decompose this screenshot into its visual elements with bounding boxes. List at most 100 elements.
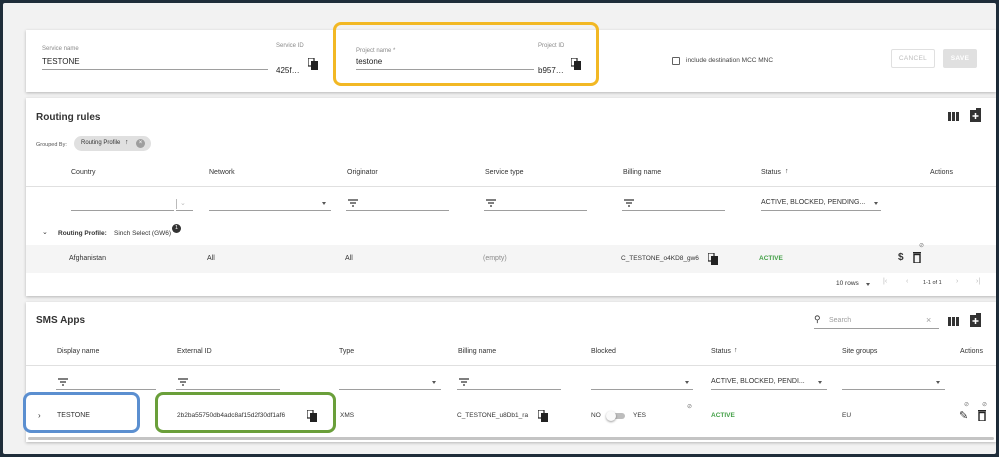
service-type-filter[interactable] [484,210,587,211]
cancel-button[interactable]: CANCEL [891,49,935,68]
delete-rule-icon[interactable] [913,252,921,263]
edit-link-icon[interactable]: ⊘ [964,401,969,408]
row-originator: All [345,255,353,262]
country-filter-underline-2 [176,210,193,211]
group-expand-chevron-icon[interactable]: ⌄ [42,228,48,236]
routing-profile-chip[interactable]: Routing Profile ↑ × [74,136,151,151]
col-sms-status[interactable]: Status [711,348,731,355]
status-filter-caret-icon[interactable] [874,202,878,205]
sms-status-sort-icon[interactable]: ↑ [734,347,738,354]
row-type: XMS [340,412,355,419]
blocked-filter[interactable] [591,389,693,390]
link-icon[interactable]: ⊘ [919,242,924,249]
horizontal-scrollbar[interactable] [28,437,994,440]
grouped-by-label: Grouped By: [36,142,67,148]
col-sms-actions: Actions [960,348,983,355]
save-button[interactable]: SAVE [943,49,977,68]
sms-apps-title: SMS Apps [36,315,86,326]
routing-table-row[interactable]: Afghanistan All All (empty) C_TESTONE_o4… [26,242,996,273]
row-sms-billing-name: C_TESTONE_u8Db1_ra [457,412,529,419]
rows-per-page-select[interactable]: 10 rows [836,280,859,287]
site-groups-filter-caret-icon[interactable] [936,381,940,384]
edit-app-icon[interactable]: ✎ [959,409,968,422]
routing-rules-card: Routing rules Grouped By: Routing Profil… [26,98,996,296]
sms-billing-filter-icon[interactable] [459,378,469,386]
chip-label: Routing Profile [81,140,121,146]
display-name-filter[interactable] [56,389,156,390]
col-external-id[interactable]: External ID [177,348,212,355]
delete-link-icon[interactable]: ⊘ [982,401,987,408]
col-country[interactable]: Country [71,169,96,176]
external-id-filter-icon[interactable] [178,378,188,386]
first-page-icon[interactable]: |‹ [883,278,887,285]
group-label-value: Sinch Select (GW6) [114,230,172,237]
col-sms-billing-name[interactable]: Billing name [458,348,496,355]
originator-filter[interactable] [346,210,449,211]
col-site-groups[interactable]: Site groups [842,348,877,355]
include-mcc-checkbox[interactable] [672,57,680,65]
external-id-filter[interactable] [176,389,280,390]
rows-per-page-caret-icon[interactable] [866,283,870,286]
add-app-icon[interactable] [970,313,981,327]
service-id-value: 425f… [276,66,300,75]
copy-billing-icon[interactable] [708,253,718,265]
status-sort-icon[interactable]: ↑ [785,168,789,175]
last-page-icon[interactable]: ›| [976,278,980,285]
row-billing-name: C_TESTONE_o4KD8_gw6 [621,255,699,262]
type-filter[interactable] [339,389,441,390]
col-blocked[interactable]: Blocked [591,348,616,355]
col-network[interactable]: Network [209,169,235,176]
type-filter-caret-icon[interactable] [432,381,436,384]
search-input[interactable]: Search [829,317,851,324]
sms-billing-filter[interactable] [457,389,561,390]
col-service-type[interactable]: Service type [485,169,524,176]
pagination-info: 1-1 of 1 [923,280,942,286]
display-name-highlight [23,392,140,433]
blocked-toggle[interactable] [606,411,625,421]
row-site-group: EU [842,412,852,419]
sort-up-icon: ↑ [125,139,129,146]
columns-icon[interactable] [948,112,959,121]
billing-filter[interactable] [622,210,725,211]
include-mcc-label: include destination MCC MNC [686,57,774,64]
service-name-value[interactable]: TESTONE [42,57,80,66]
sms-status-filter-caret-icon[interactable] [818,381,822,384]
originator-filter-icon[interactable] [348,199,358,207]
service-id-label: Service ID [276,43,304,49]
row-service-type: (empty) [483,255,507,262]
billing-filter-icon[interactable] [624,199,634,207]
country-filter[interactable] [71,210,174,211]
country-filter-chevron-icon[interactable]: ⌄ [180,199,186,207]
pricing-dollar-icon[interactable]: $ [898,252,904,263]
col-display-name[interactable]: Display name [57,348,99,355]
status-filter-select[interactable]: ACTIVE, BLOCKED, PENDING... [761,199,865,206]
row-status: ACTIVE [759,255,783,262]
search-clear-icon[interactable]: × [926,315,931,325]
sms-status-filter-select[interactable]: ACTIVE, BLOCKED, PENDI... [711,378,805,385]
blocked-filter-caret-icon[interactable] [685,381,689,384]
next-page-icon[interactable]: › [956,278,958,285]
col-status[interactable]: Status [761,169,781,176]
blocked-no-label: NO [591,412,601,419]
copy-sms-billing-icon[interactable] [538,410,548,422]
service-type-filter-icon[interactable] [486,199,496,207]
chip-close-icon[interactable]: × [136,139,145,148]
prev-page-icon[interactable]: ‹ [906,278,908,285]
network-filter-caret-icon[interactable] [322,202,326,205]
col-originator[interactable]: Originator [347,169,378,176]
network-filter[interactable] [209,210,331,211]
sms-columns-icon[interactable] [948,317,959,326]
col-type[interactable]: Type [339,348,354,355]
row-sms-status: ACTIVE [711,412,735,419]
add-rule-icon[interactable] [970,108,981,122]
external-id-highlight [155,392,336,433]
site-groups-filter[interactable] [842,389,945,390]
display-name-filter-icon[interactable] [58,378,68,386]
delete-app-icon[interactable] [978,410,986,421]
blocked-toggle-knob [606,411,616,421]
service-name-label: Service name [42,46,79,52]
col-billing-name[interactable]: Billing name [623,169,661,176]
row-network: All [207,255,215,262]
copy-service-id-icon[interactable] [308,58,318,70]
blocked-link-icon[interactable]: ⊘ [687,403,692,410]
